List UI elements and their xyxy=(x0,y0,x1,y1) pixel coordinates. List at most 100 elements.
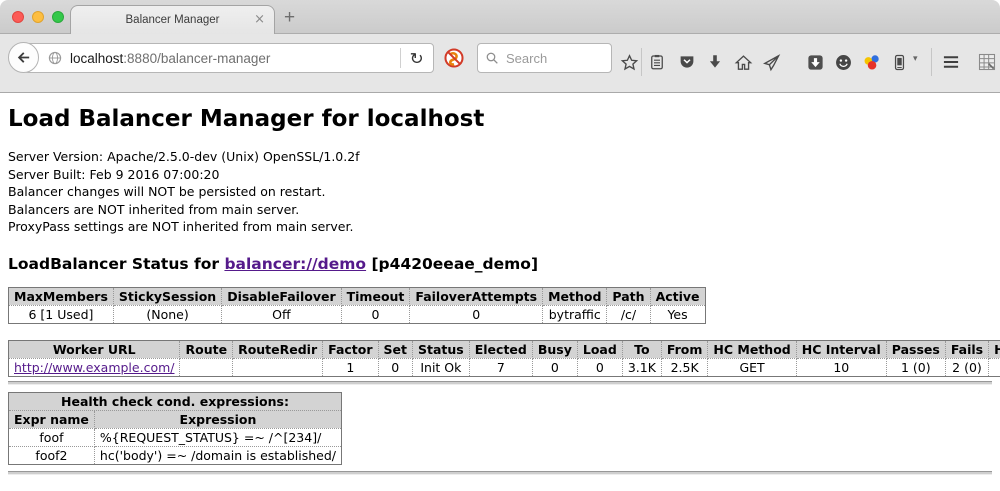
feedback-smiley-button[interactable] xyxy=(832,51,854,73)
tab-close-icon[interactable]: × xyxy=(254,11,265,28)
back-button[interactable] xyxy=(8,42,39,73)
bookmark-star-button[interactable] xyxy=(618,51,640,73)
tab-bar: Balancer Manager × + xyxy=(0,0,1000,34)
column-header: DisableFailover xyxy=(222,287,341,305)
cell-expr-name: foof2 xyxy=(9,446,95,464)
column-header: Active xyxy=(650,287,705,305)
column-header: HC Interval xyxy=(796,340,886,358)
urlbar-text: localhost:8880/balancer-manager xyxy=(70,51,400,66)
cell-method: bytraffic xyxy=(543,305,607,323)
health-check-table: Health check cond. expressions: Expr nam… xyxy=(8,392,342,465)
send-icon xyxy=(762,53,781,72)
reload-button[interactable]: ↻ xyxy=(409,49,423,68)
balancer-link[interactable]: balancer://demo xyxy=(224,255,366,273)
cell-passes: 1 (0) xyxy=(886,358,945,376)
column-header: Busy xyxy=(532,340,577,358)
tab-balancer-manager[interactable]: Balancer Manager × xyxy=(70,5,275,34)
window-zoom-button[interactable] xyxy=(52,11,64,23)
cell-maxmembers: 6 [1 Used] xyxy=(9,305,114,323)
download-box-addon-button[interactable] xyxy=(804,51,826,73)
search-icon xyxy=(484,50,500,66)
column-header: Worker URL xyxy=(9,340,180,358)
health-table-header-row: Expr name Expression xyxy=(9,410,342,428)
cell-hc-uri xyxy=(989,358,1000,376)
download-box-icon xyxy=(806,53,825,72)
cell-hc-interval: 10 xyxy=(796,358,886,376)
cell-active: Yes xyxy=(650,305,705,323)
window-minimize-button[interactable] xyxy=(32,11,44,23)
star-icon xyxy=(620,53,639,72)
page-content: Load Balancer Manager for localhost Serv… xyxy=(0,106,1000,475)
cell-load: 0 xyxy=(577,358,622,376)
cell-to: 3.1K xyxy=(622,358,661,376)
worker-url-link[interactable]: http://www.example.com/ xyxy=(14,360,174,375)
search-bar[interactable] xyxy=(477,43,612,73)
worker-table: Worker URL Route RouteRedir Factor Set S… xyxy=(8,340,1000,377)
pocket-button[interactable] xyxy=(676,51,698,73)
menu-button[interactable] xyxy=(940,51,962,73)
column-header: Elected xyxy=(469,340,532,358)
column-header: Passes xyxy=(886,340,945,358)
cell-route xyxy=(180,358,233,376)
column-header: Load xyxy=(577,340,622,358)
smiley-icon xyxy=(834,53,853,72)
browser-chrome: Balancer Manager × + localhost:8880/bala… xyxy=(0,0,1000,93)
urlbar[interactable]: localhost:8880/balancer-manager ↻ xyxy=(24,43,434,73)
column-header: RouteRedir xyxy=(233,340,323,358)
notice-line: Balancers are NOT inherited from main se… xyxy=(8,201,992,219)
server-built-line: Server Built: Feb 9 2016 07:00:20 xyxy=(8,166,992,184)
balancer-table-row: 6 [1 Used] (None) Off 0 0 bytraffic /c/ … xyxy=(9,305,706,323)
cell-busy: 0 xyxy=(532,358,577,376)
grid-icon xyxy=(977,52,997,72)
worker-table-row: http://www.example.com/ 1 0 Init Ok 7 0 … xyxy=(9,358,1000,376)
grid-addon-button[interactable] xyxy=(976,51,998,73)
site-identity-button[interactable] xyxy=(47,50,63,66)
health-table-title-row: Health check cond. expressions: xyxy=(9,392,342,410)
send-button[interactable] xyxy=(760,51,782,73)
device-addon-button[interactable] xyxy=(888,51,910,73)
column-header: Timeout xyxy=(341,287,410,305)
column-header: From xyxy=(661,340,708,358)
url-domain: localhost xyxy=(70,51,123,66)
navigation-toolbar: localhost:8880/balancer-manager ↻ xyxy=(0,34,1000,93)
overflow-caret-icon[interactable]: ▾ xyxy=(913,54,918,64)
column-header: MaxMembers xyxy=(9,287,114,305)
cell-path: /c/ xyxy=(607,305,650,323)
cell-timeout: 0 xyxy=(341,305,410,323)
column-header: Set xyxy=(378,340,412,358)
search-input[interactable] xyxy=(504,50,605,67)
cell-expression: %{REQUEST_STATUS} =~ /^[234]/ xyxy=(94,428,341,446)
server-version-line: Server Version: Apache/2.5.0-dev (Unix) … xyxy=(8,148,992,166)
column-header: FailoverAttempts xyxy=(410,287,543,305)
cell-set: 0 xyxy=(378,358,412,376)
window-controls xyxy=(12,11,64,23)
downloadhelper-addon-button[interactable] xyxy=(860,51,882,73)
downloadhelper-icon xyxy=(862,53,881,72)
window-close-button[interactable] xyxy=(12,11,24,23)
downloads-button[interactable] xyxy=(704,51,726,73)
noscript-icon xyxy=(443,47,465,69)
bottom-divider xyxy=(8,471,992,475)
health-table-row: foof %{REQUEST_STATUS} =~ /^[234]/ xyxy=(9,428,342,446)
column-header: Route xyxy=(180,340,233,358)
cell-from: 2.5K xyxy=(661,358,708,376)
cell-expr-name: foof xyxy=(9,428,95,446)
cell-disablefailover: Off xyxy=(222,305,341,323)
toolbar-separator xyxy=(931,48,932,76)
column-header: Method xyxy=(543,287,607,305)
reading-list-button[interactable] xyxy=(646,51,668,73)
page-title: Load Balancer Manager for localhost xyxy=(8,106,992,133)
url-path: :8880/balancer-manager xyxy=(123,51,270,66)
urlbar-divider xyxy=(400,48,401,68)
server-info: Server Version: Apache/2.5.0-dev (Unix) … xyxy=(8,148,992,236)
home-icon xyxy=(734,53,753,72)
cell-factor: 1 xyxy=(323,358,378,376)
cell-worker-url: http://www.example.com/ xyxy=(9,358,180,376)
clipboard-icon xyxy=(648,53,666,71)
downloads-icon xyxy=(706,53,724,71)
noscript-addon-button[interactable] xyxy=(443,47,465,69)
health-table-title: Health check cond. expressions: xyxy=(9,392,342,410)
new-tab-button[interactable]: + xyxy=(284,8,295,27)
home-button[interactable] xyxy=(732,51,754,73)
device-icon xyxy=(890,53,909,72)
